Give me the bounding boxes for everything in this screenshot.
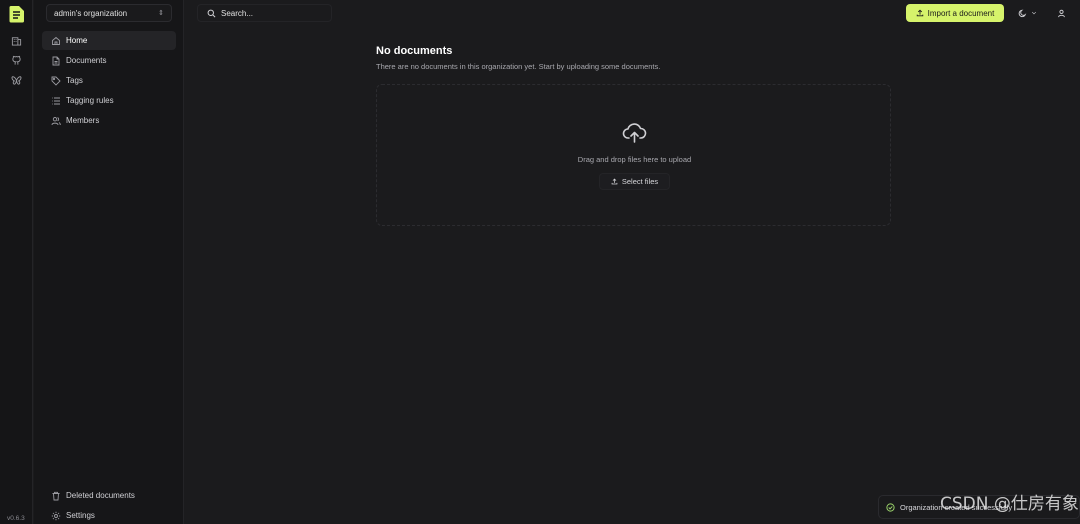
tag-icon [51, 76, 61, 86]
home-icon [51, 36, 61, 46]
trash-icon [51, 491, 61, 501]
upload-icon [916, 9, 923, 17]
user-icon [1057, 9, 1065, 17]
org-selector[interactable]: admin's organization ⇕ [46, 4, 172, 22]
building-icon[interactable] [11, 35, 22, 46]
sidebar-item-tagging-rules[interactable]: Tagging rules [42, 91, 176, 110]
watermark: CSDN @仕房有象 [940, 494, 1079, 514]
users-icon [51, 116, 61, 126]
page-title: No documents [376, 45, 453, 57]
moon-icon [1018, 9, 1026, 17]
cloud-upload-icon [622, 122, 647, 144]
sidebar-item-documents[interactable]: Documents [42, 51, 176, 70]
upload-icon [611, 178, 618, 185]
github-icon[interactable] [11, 55, 22, 66]
sidebar-item-label: Members [66, 116, 100, 125]
chevron-down-icon [1031, 11, 1036, 15]
sidebar-item-tags[interactable]: Tags [42, 71, 176, 90]
user-menu-button[interactable] [1052, 4, 1070, 22]
sidebar-item-members[interactable]: Members [42, 111, 176, 130]
import-label: Import a document [927, 8, 995, 18]
file-dropzone[interactable]: Drag and drop files here to upload Selec… [376, 84, 891, 226]
gear-icon [51, 511, 61, 521]
check-circle-icon [886, 502, 895, 512]
logo-icon[interactable] [8, 5, 25, 23]
import-document-button[interactable]: Import a document [906, 4, 1004, 22]
sidebar-item-label: Documents [66, 56, 107, 65]
select-files-button[interactable]: Select files [599, 173, 670, 190]
app-rail: v0.6.3 [0, 0, 33, 524]
sidebar-item-label: Deleted documents [66, 491, 135, 500]
sidebar-item-label: Tagging rules [66, 96, 114, 105]
org-name: admin's organization [54, 8, 128, 18]
page-subtitle: There are no documents in this organizat… [376, 62, 661, 71]
search-button[interactable]: Search... [197, 4, 332, 22]
sidebar-item-label: Settings [66, 511, 95, 520]
theme-toggle-button[interactable] [1011, 4, 1043, 22]
select-files-label: Select files [621, 177, 659, 186]
butterfly-icon[interactable] [11, 75, 22, 86]
sidebar-item-settings[interactable]: Settings [42, 506, 176, 524]
dropzone-text: Drag and drop files here to upload [577, 155, 692, 164]
sidebar-item-label: Tags [66, 76, 83, 85]
chevron-up-down-icon: ⇕ [158, 10, 164, 17]
version-label: v0.6.3 [7, 515, 25, 522]
sidebar: admin's organization ⇕ Home Documents Ta… [34, 0, 184, 524]
search-icon [207, 9, 216, 17]
sidebar-item-label: Home [66, 36, 88, 45]
list-icon [51, 96, 61, 106]
sidebar-item-deleted-documents[interactable]: Deleted documents [42, 486, 176, 505]
sidebar-item-home[interactable]: Home [42, 31, 176, 50]
search-label: Search... [221, 8, 254, 18]
file-icon [51, 56, 61, 66]
